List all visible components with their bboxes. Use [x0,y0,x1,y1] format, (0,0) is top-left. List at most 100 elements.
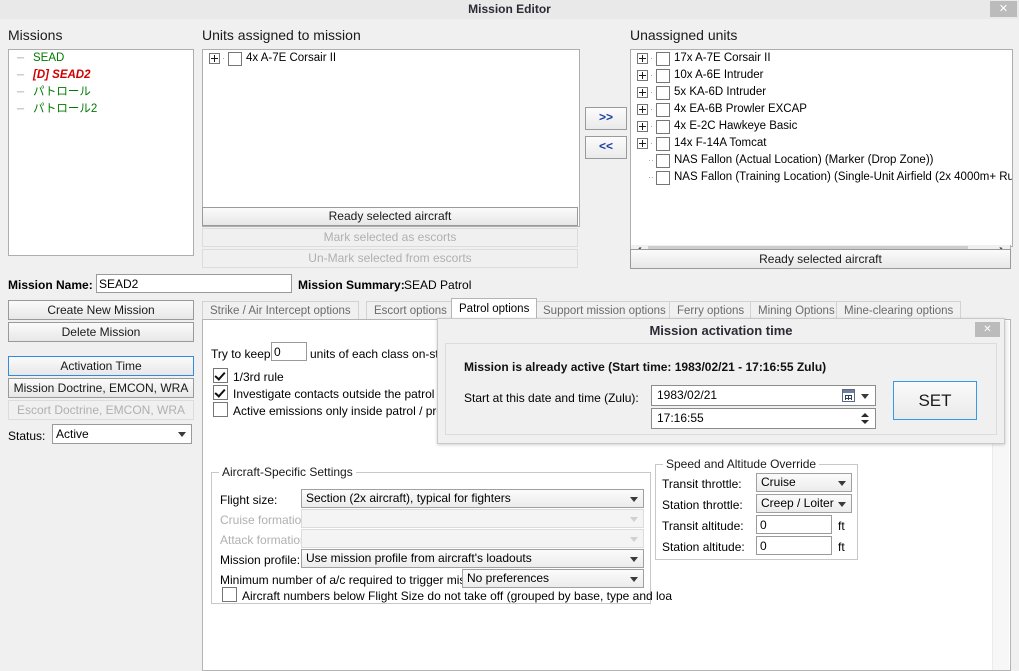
chevron-down-icon [178,432,186,437]
expand-plus-icon[interactable] [637,104,648,115]
mission-doctrine-emcon-wra-button[interactable]: Mission Doctrine, EMCON, WRA [8,378,194,398]
delete-mission-button[interactable]: Delete Mission [8,322,194,342]
active-emissions-checkbox-row[interactable]: Active emissions only inside patrol / pr… [213,402,443,419]
unassigned-unit-label: 10x A-6E Intruder [674,69,764,81]
minimum-aircraft-dropdown[interactable]: No preferences [462,569,644,588]
below-flight-size-checkbox-row[interactable]: Aircraft numbers below Flight Size do no… [222,587,672,604]
missions-tree[interactable]: ─ SEAD ─ [D] SEAD2 ─ パトロール ─ パトロール2 [8,49,194,256]
spinner-down-icon[interactable] [861,420,869,424]
active-emissions-label: Active emissions only inside patrol / pr… [233,404,444,418]
unassigned-unit-row[interactable]: · 10x A-6E Intruder [631,67,1012,84]
unassigned-unit-row[interactable]: · 17x A-7E Corsair II [631,50,1012,67]
mission-item-label: [D] SEAD2 [33,69,91,81]
station-throttle-dropdown[interactable]: Creep / Loiter [756,494,852,513]
unassigned-unit-row[interactable]: · 5x KA-6D Intruder [631,84,1012,101]
unassigned-unit-row[interactable]: · 4x EA-6B Prowler EXCAP [631,101,1012,118]
unit-checkbox[interactable] [656,51,670,66]
third-rule-checkbox-row[interactable]: 1/3rd rule [213,368,284,385]
checkbox-icon[interactable] [222,587,237,602]
checkbox-icon[interactable] [213,402,228,417]
status-dropdown[interactable]: Active [52,424,192,444]
flight-size-label: Flight size: [220,493,278,507]
expand-plus-icon[interactable] [637,121,648,132]
calendar-icon[interactable] [842,389,855,402]
unit-checkbox[interactable] [656,153,670,168]
start-time-value: 17:16:55 [657,411,704,425]
chevron-down-icon [630,536,638,542]
mission-tree-item[interactable]: ─ [D] SEAD2 [9,67,193,84]
unassign-units-button[interactable]: << [585,136,627,159]
transit-throttle-dropdown[interactable]: Cruise [756,473,852,492]
unit-checkbox[interactable] [656,119,670,134]
transit-altitude-input[interactable] [756,515,832,534]
unassigned-units-tree[interactable]: · 17x A-7E Corsair II · 10x A-6E Intrude… [630,49,1013,247]
tab-mining-options[interactable]: Mining Options [750,301,843,319]
assign-units-button[interactable]: >> [585,107,627,130]
assigned-unit-row[interactable]: · 4x A-7E Corsair II [203,50,579,67]
chevron-down-icon [630,556,638,562]
station-altitude-input[interactable] [756,536,832,555]
units-on-station-input[interactable] [271,342,307,361]
escort-doctrine-emcon-wra-button[interactable]: Escort Doctrine, EMCON, WRA [8,400,194,420]
tab-support-mission-options[interactable]: Support mission options [535,301,674,319]
activation-time-button[interactable]: Activation Time [8,356,194,376]
tab-escort-options[interactable]: Escort options [366,301,455,319]
expand-plus-icon[interactable] [637,87,648,98]
mission-tree-item[interactable]: ─ パトロール2 [9,101,193,118]
unassigned-unit-label: NAS Fallon (Actual Location) (Marker (Dr… [674,154,934,166]
unmark-selected-from-escorts-button[interactable]: Un-Mark selected from escorts [202,249,578,268]
tree-line-icon: ─ [17,87,25,98]
time-spinner[interactable] [858,411,873,426]
minimum-aircraft-label: Minimum number of a/c required to trigge… [220,573,472,587]
station-throttle-value: Creep / Loiter [761,496,834,510]
tab-strike-air-intercept-options[interactable]: Strike / Air Intercept options [202,301,359,319]
flight-size-dropdown[interactable]: Section (2x aircraft), typical for fight… [301,489,644,508]
assigned-units-tree[interactable]: · 4x A-7E Corsair II [202,49,580,227]
mission-profile-dropdown[interactable]: Use mission profile from aircraft's load… [301,549,644,568]
spinner-up-icon[interactable] [861,413,869,417]
aircraft-specific-settings-group: Aircraft-Specific Settings Flight size: … [211,465,672,604]
unit-checkbox[interactable] [656,68,670,83]
mission-tree-item[interactable]: ─ SEAD [9,50,193,67]
checkbox-icon[interactable] [213,385,228,400]
unassigned-unit-row[interactable]: ·· NAS Fallon (Actual Location) (Marker … [631,152,1012,169]
unassigned-unit-row[interactable]: ·· NAS Fallon (Training Location) (Singl… [631,169,1012,186]
expand-plus-icon[interactable] [637,138,648,149]
tree-line-icon: ─ [17,70,25,81]
unit-checkbox[interactable] [656,136,670,151]
ready-selected-aircraft-assigned-button[interactable]: Ready selected aircraft [202,207,578,226]
chevron-down-icon [838,480,846,486]
unit-checkbox[interactable] [656,170,670,185]
expand-plus-icon[interactable] [637,70,648,81]
cruise-formation-dropdown[interactable] [301,509,644,528]
cruise-formation-label: Cruise formation [220,513,309,527]
chevron-down-icon[interactable] [861,393,869,399]
expand-plus-icon[interactable] [209,53,220,64]
checkbox-icon[interactable] [213,368,228,383]
unit-checkbox[interactable] [228,51,242,66]
expand-plus-icon[interactable] [637,53,648,64]
tab-ferry-options[interactable]: Ferry options [669,301,753,319]
mission-name-input[interactable] [96,274,292,293]
attack-formation-dropdown[interactable] [301,529,644,548]
ready-selected-aircraft-unassigned-button[interactable]: Ready selected aircraft [630,249,1011,269]
mission-item-label: SEAD [33,52,65,64]
tab-mine-clearing-options[interactable]: Mine-clearing options [836,301,962,319]
unit-checkbox[interactable] [656,102,670,117]
investigate-contacts-checkbox-row[interactable]: Investigate contacts outside the patrol … [213,385,448,402]
speed-altitude-override-group: Speed and Altitude Override Transit thro… [655,457,858,560]
try-to-keep-suffix-label: units of each class on-sta [310,347,446,361]
unit-checkbox[interactable] [656,85,670,100]
window-close-icon[interactable]: ✕ [990,1,1017,17]
transit-altitude-unit-label: ft [838,519,845,533]
set-activation-time-button[interactable]: SET [893,381,977,420]
tab-patrol-options[interactable]: Patrol options [451,298,538,320]
unassigned-unit-row[interactable]: · 14x F-14A Tomcat [631,135,1012,152]
mark-selected-as-escorts-button[interactable]: Mark selected as escorts [202,228,578,247]
dialog-close-icon[interactable]: ✕ [975,322,1000,337]
start-date-input[interactable]: 1983/02/21 [651,385,876,406]
create-new-mission-button[interactable]: Create New Mission [8,300,194,320]
mission-tree-item[interactable]: ─ パトロール [9,84,193,101]
unassigned-unit-row[interactable]: · 4x E-2C Hawkeye Basic [631,118,1012,135]
start-time-input[interactable]: 17:16:55 [651,408,876,429]
